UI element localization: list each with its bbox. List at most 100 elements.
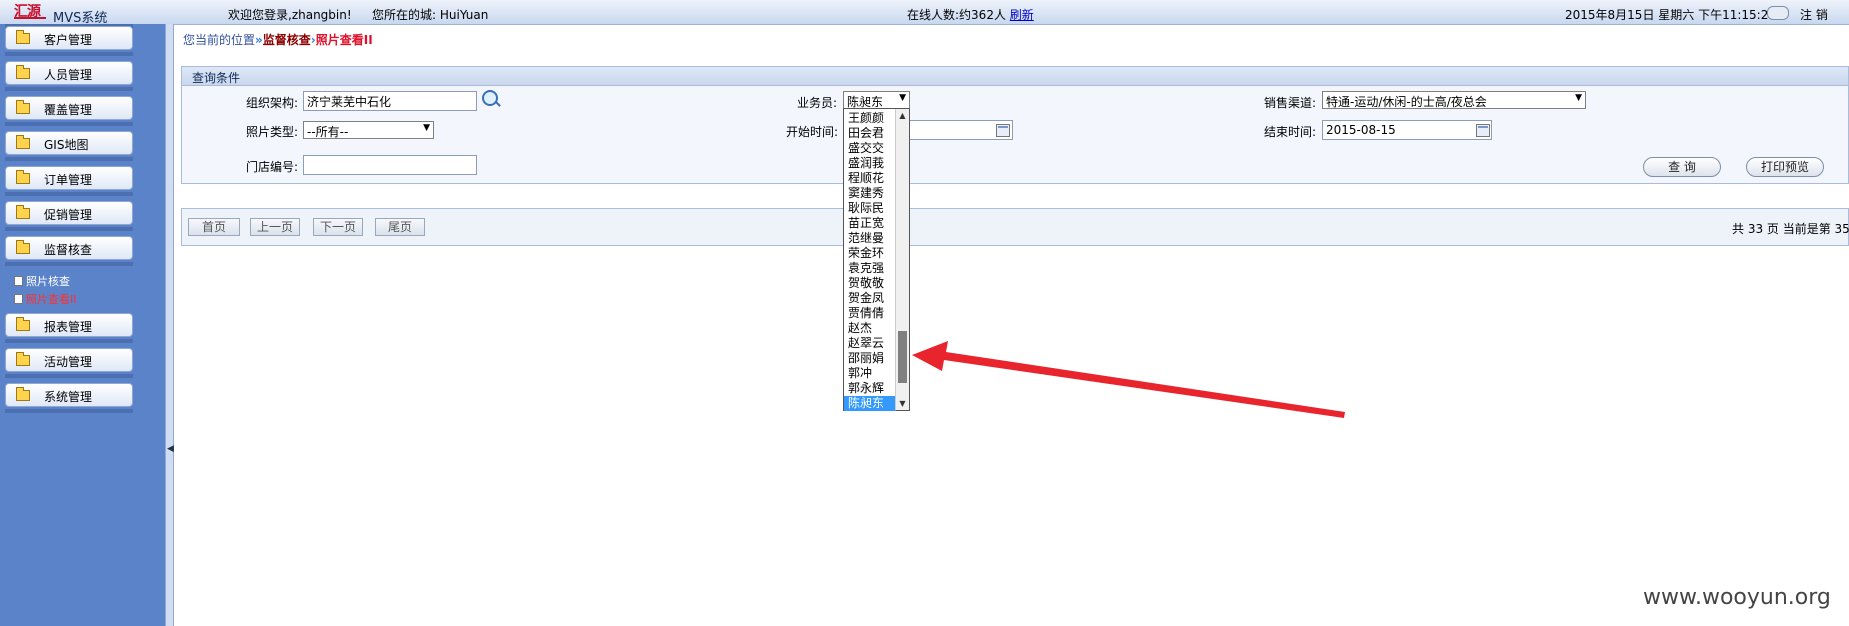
menu-activities[interactable]: 活动管理: [5, 348, 133, 372]
menu-separator: [5, 87, 133, 91]
dropdown-scrollbar[interactable]: ▲ ▼: [895, 109, 909, 410]
menu-label: GIS地图: [44, 138, 89, 152]
print-preview-button[interactable]: 打印预览: [1746, 157, 1824, 177]
menu-separator: [5, 52, 133, 56]
end-time-input[interactable]: [1322, 120, 1492, 140]
calendar-icon[interactable]: [1476, 124, 1490, 137]
menu-label: 系统管理: [44, 390, 93, 404]
arrow-shape: [912, 341, 1345, 418]
dropdown-item[interactable]: 田会君: [844, 126, 896, 141]
menu-separator: [5, 339, 133, 343]
sidebar-collapse-handle[interactable]: ◀: [165, 24, 174, 626]
channel-value: 特通-运动/休闲-的士高/夜总会: [1326, 95, 1487, 109]
dropdown-items: 王颜颜 田会君 盛交交 盛润莪 程顺花 窦建秀 耿际民 苗正宽 范继曼 荣金环 袁克强 贺敬敬 贺金凤贾…: [844, 111, 896, 411]
photo-type-value: --所有--: [307, 125, 349, 139]
dropdown-item[interactable]: 贺金凤: [844, 291, 896, 306]
pager-panel: 首页 上一页 下一页 尾页 共 33 页 当前是第 35: [181, 208, 1849, 246]
dropdown-arrow-icon: ▼: [899, 93, 906, 103]
dropdown-item[interactable]: 荣金环: [844, 246, 896, 261]
dropdown-item[interactable]: 耿际民: [844, 201, 896, 216]
search-icon[interactable]: [482, 90, 498, 106]
sidebar: 客户管理 人员管理 覆盖管理 GIS地图 订单管理 促销管理 监督核查 照片核查…: [0, 24, 165, 626]
dropdown-arrow-icon: ▼: [423, 123, 430, 133]
breadcrumb-prefix: 您当前的位置: [183, 33, 256, 47]
dropdown-item[interactable]: 程顺花: [844, 171, 896, 186]
scrollbar-thumb[interactable]: [898, 331, 907, 383]
scroll-up-icon[interactable]: ▲: [896, 109, 909, 122]
menu-label: 覆盖管理: [44, 103, 93, 117]
logout-link[interactable]: 注 销: [1800, 6, 1828, 23]
calendar-icon[interactable]: [996, 124, 1010, 137]
dropdown-item[interactable]: 陈昶东: [844, 396, 896, 411]
dropdown-item[interactable]: 盛交交: [844, 141, 896, 156]
menu-label: 报表管理: [44, 320, 93, 334]
refresh-link[interactable]: 刷新: [1010, 8, 1034, 22]
folder-icon: [16, 65, 30, 79]
logout-icon[interactable]: [1767, 6, 1789, 20]
menu-label: 促销管理: [44, 208, 93, 222]
channel-label: 销售渠道:: [1264, 96, 1317, 110]
page-info: 共 33 页 当前是第 35: [1732, 222, 1849, 236]
sub-item-photo-view-ii[interactable]: 照片查看II: [14, 291, 77, 307]
menu-separator: [5, 157, 133, 161]
menu-customer[interactable]: 客户管理: [5, 26, 133, 50]
salesman-dropdown-list[interactable]: 王颜颜 田会君 盛交交 盛润莪 程顺花 窦建秀 耿际民 苗正宽 范继曼 荣金环 袁克强 贺敬敬 贺金凤贾…: [843, 108, 910, 411]
photo-type-label: 照片类型:: [246, 125, 299, 139]
salesman-value: 陈昶东: [847, 95, 884, 109]
dropdown-item[interactable]: 贺敬敬: [844, 276, 896, 291]
dropdown-item[interactable]: 盛润莪: [844, 156, 896, 171]
store-number-input[interactable]: [303, 155, 477, 175]
menu-gis[interactable]: GIS地图: [5, 131, 133, 155]
menu-supervision[interactable]: 监督核查: [5, 236, 133, 260]
menu-reports[interactable]: 报表管理: [5, 313, 133, 337]
dropdown-item[interactable]: 赵翠云: [844, 336, 896, 351]
menu-promotion[interactable]: 促销管理: [5, 201, 133, 225]
scroll-down-icon[interactable]: ▼: [896, 397, 909, 410]
breadcrumb-level1[interactable]: 监督核查: [263, 33, 311, 47]
datetime-text: 2015年8月15日 星期六 下午11:15:21: [1565, 8, 1776, 22]
dropdown-arrow-icon: ▼: [1575, 93, 1582, 103]
breadcrumb: 您当前的位置»监督核查›照片查看II: [183, 31, 373, 48]
dropdown-item[interactable]: 窦建秀: [844, 186, 896, 201]
channel-select[interactable]: 特通-运动/休闲-的士高/夜总会 ▼: [1322, 91, 1586, 109]
brand-logo: 汇源: [14, 1, 46, 20]
dropdown-item[interactable]: 郭永辉: [844, 381, 896, 396]
photo-type-select[interactable]: --所有-- ▼: [303, 121, 434, 139]
dropdown-item[interactable]: 袁克强: [844, 261, 896, 276]
online-count: 在线人数:约362人 刷新: [907, 6, 1034, 23]
last-page-button[interactable]: 尾页: [375, 218, 425, 236]
org-input[interactable]: [303, 91, 477, 111]
dropdown-item[interactable]: 贾倩倩: [844, 306, 896, 321]
sub-item-label: 照片核查: [26, 275, 70, 288]
query-button[interactable]: 查 询: [1643, 157, 1721, 177]
menu-personnel[interactable]: 人员管理: [5, 61, 133, 85]
folder-icon: [16, 100, 30, 114]
folder-icon: [16, 387, 30, 401]
salesman-select[interactable]: 陈昶东 ▼: [843, 91, 910, 109]
org-label: 组织架构:: [246, 96, 299, 110]
query-panel-header: 查询条件: [182, 67, 1848, 86]
next-page-button[interactable]: 下一页: [313, 218, 363, 236]
prev-page-button[interactable]: 上一页: [250, 218, 300, 236]
dropdown-item[interactable]: 范继曼: [844, 231, 896, 246]
open-folder-icon: [16, 240, 30, 254]
watermark: www.wooyun.org: [1643, 585, 1831, 610]
menu-system[interactable]: 系统管理: [5, 383, 133, 407]
collapse-arrow-icon[interactable]: ◀: [167, 444, 174, 454]
dropdown-item[interactable]: 苗正宽: [844, 216, 896, 231]
dropdown-item[interactable]: 郭冲: [844, 366, 896, 381]
folder-icon: [16, 317, 30, 331]
first-page-button[interactable]: 首页: [188, 218, 240, 236]
dropdown-item[interactable]: 邵丽娟: [844, 351, 896, 366]
dropdown-item[interactable]: 王颜颜: [844, 111, 896, 126]
menu-orders[interactable]: 订单管理: [5, 166, 133, 190]
city-text: 您所在的城: HuiYuan: [372, 8, 489, 22]
sub-item-photo-check[interactable]: 照片核查: [14, 273, 70, 289]
store-number-label: 门店编号:: [246, 160, 299, 174]
menu-separator: [5, 374, 133, 378]
menu-coverage[interactable]: 覆盖管理: [5, 96, 133, 120]
dropdown-item[interactable]: 赵杰: [844, 321, 896, 336]
top-bar: 汇源 MVS系统 欢迎您登录,zhangbin! 您所在的城: HuiYuan …: [0, 0, 1849, 26]
menu-label: 监督核查: [44, 243, 93, 257]
menu-separator: [5, 192, 133, 196]
